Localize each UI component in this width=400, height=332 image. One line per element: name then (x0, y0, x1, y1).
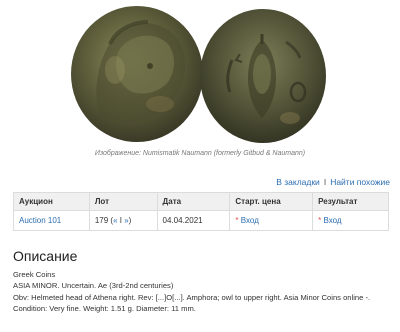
column-header-auction: Аукцион (13, 192, 90, 211)
result-login-link[interactable]: Вход (323, 216, 341, 225)
image-caption: Изображение: Numismatik Naumann (formerl… (94, 150, 306, 157)
auction-cell: Auction 101 (13, 210, 90, 231)
actions-separator: I (323, 177, 327, 187)
column-header-lot: Лот (88, 192, 158, 211)
lot-nav-separator: I (119, 216, 122, 225)
column-header-date: Дата (156, 192, 231, 211)
lot-prev-link[interactable]: « (113, 216, 117, 225)
lot-actions: В закладки I Найти похожие (276, 177, 390, 187)
description-line: ASIA MINOR. Uncertain. Ae (3rd-2nd centu… (13, 281, 174, 291)
lot-number: 179 (94, 216, 109, 225)
lot-next-link[interactable]: » (124, 216, 128, 225)
description-heading: Описание (13, 248, 78, 264)
column-header-start-price: Старт. цена (229, 192, 314, 211)
description-line: Greek Coins (13, 270, 56, 279)
start-price-cell: * Вход (229, 210, 314, 231)
coin-reverse-image[interactable] (200, 9, 326, 143)
start-price-star: * (235, 216, 239, 225)
coin-obverse-image[interactable] (71, 6, 203, 142)
start-price-login-link[interactable]: Вход (241, 216, 259, 225)
auction-link[interactable]: Auction 101 (19, 216, 61, 225)
description-line: Obv: Helmeted head of Athena right. Rev:… (13, 292, 371, 313)
result-cell: * Вход (312, 210, 389, 231)
lot-cell: 179 (« I ») (88, 210, 158, 231)
coin-images (71, 6, 326, 143)
date-cell: 04.04.2021 (156, 210, 231, 231)
bookmarks-link[interactable]: В закладки (276, 177, 320, 187)
result-star: * (318, 216, 322, 225)
table-header-row: Аукцион Лот Дата Старт. цена Результат (13, 192, 389, 211)
find-similar-link[interactable]: Найти похожие (330, 177, 390, 187)
lot-table: Аукцион Лот Дата Старт. цена Результат A… (13, 192, 389, 231)
description-body: Greek Coins ASIA MINOR. Uncertain. Ae (3… (13, 269, 393, 314)
table-row: Auction 101 179 (« I ») 04.04.2021 * Вхо… (13, 210, 389, 231)
column-header-result: Результат (312, 192, 389, 211)
